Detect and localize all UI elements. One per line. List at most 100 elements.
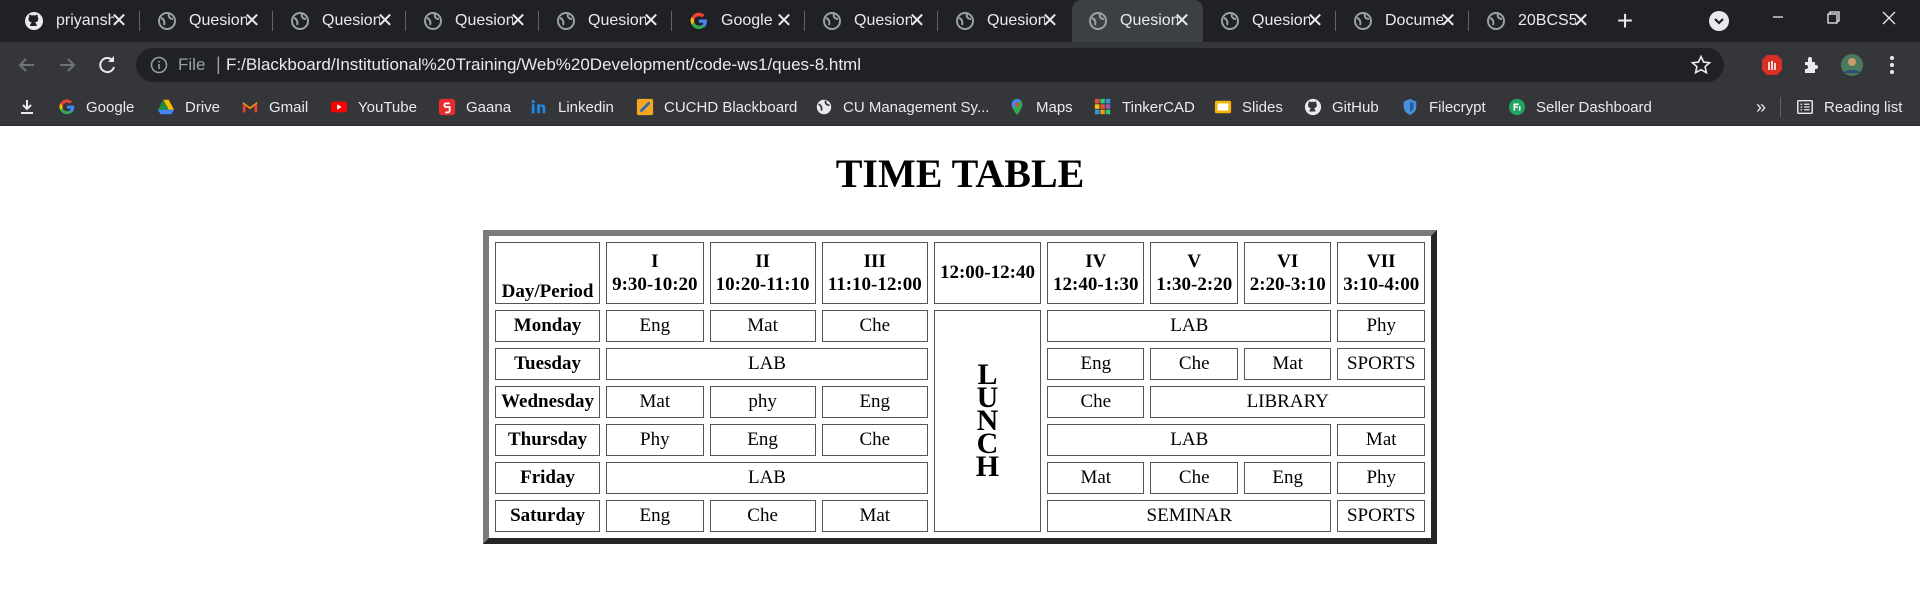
- table-cell: Che: [1150, 347, 1238, 380]
- bookmarks-divider: [1780, 88, 1781, 126]
- close-icon[interactable]: ✕: [108, 10, 130, 32]
- bookmark-google[interactable]: Google: [58, 88, 134, 126]
- table-cell-lab: LAB: [1047, 309, 1332, 342]
- back-icon[interactable]: [12, 50, 42, 80]
- globe-icon: [1354, 12, 1372, 30]
- globe-icon: [1487, 12, 1505, 30]
- tab-title: priyansh: [56, 12, 114, 29]
- menu-kebab-icon[interactable]: [1880, 53, 1904, 77]
- tab-11[interactable]: Docume ✕: [1337, 0, 1469, 42]
- day-label: Tuesday: [495, 347, 601, 380]
- tab-title: Quesion: [1120, 12, 1178, 29]
- header-period-3: III 11:10-12:00: [821, 242, 928, 304]
- bookmark-seller-dashboard[interactable]: Seller Dashboard: [1508, 88, 1652, 126]
- close-icon[interactable]: ✕: [1437, 10, 1459, 32]
- tab-5[interactable]: Quesion ✕: [540, 0, 672, 42]
- forward-icon[interactable]: [52, 50, 82, 80]
- table-cell-lab: LAB: [1047, 423, 1332, 456]
- tab-4[interactable]: Quesion ✕: [407, 0, 539, 42]
- seller-icon: [1508, 98, 1526, 116]
- table-cell: Che: [1047, 385, 1145, 418]
- avatar[interactable]: [1840, 53, 1864, 77]
- table-cell: Mat: [709, 309, 816, 342]
- day-label: Saturday: [495, 499, 601, 532]
- tab-12[interactable]: 20BCS5 ✕: [1470, 0, 1602, 42]
- reading-list-button[interactable]: Reading list: [1796, 88, 1902, 126]
- address-bar[interactable]: File | F:/Blackboard/Institutional%20Tra…: [136, 48, 1724, 82]
- close-icon[interactable]: ✕: [1304, 10, 1326, 32]
- close-icon[interactable]: ✕: [374, 10, 396, 32]
- scheme-separator: |: [216, 54, 221, 74]
- tab-9-active[interactable]: Quesion ✕: [1072, 0, 1203, 42]
- bookmark-linkedin[interactable]: Linkedin: [530, 88, 614, 126]
- bookmark-label: YouTube: [358, 98, 417, 116]
- bookmark-label: CU Management Sy...: [843, 98, 990, 116]
- tab-title: Quesion: [322, 12, 380, 29]
- period-time: 11:10-12:00: [827, 273, 922, 295]
- bookmark-cuchd-blackboard[interactable]: CUCHD Blackboard: [636, 88, 797, 126]
- tab-7[interactable]: Quesion ✕: [806, 0, 938, 42]
- close-icon[interactable]: ✕: [1171, 10, 1193, 32]
- extensions-puzzle-icon[interactable]: [1800, 53, 1824, 77]
- github-icon: [1304, 98, 1322, 116]
- bookmark-filecrypt[interactable]: Filecrypt: [1401, 88, 1486, 126]
- gmail-icon: [242, 102, 258, 113]
- minimize-icon[interactable]: [1755, 0, 1801, 42]
- day-label: Thursday: [495, 423, 601, 456]
- header-period-4: IV 12:40-1:30: [1047, 242, 1145, 304]
- close-icon[interactable]: ✕: [1570, 10, 1592, 32]
- bookmark-drive[interactable]: Drive: [157, 88, 220, 126]
- close-icon[interactable]: ✕: [1039, 10, 1061, 32]
- close-icon[interactable]: ✕: [507, 10, 529, 32]
- bookmark-gmail[interactable]: Gmail: [241, 88, 308, 126]
- tab-divider: [538, 11, 539, 31]
- close-icon[interactable]: ✕: [241, 10, 263, 32]
- bookmark-github[interactable]: GitHub: [1304, 88, 1379, 126]
- info-icon[interactable]: [150, 56, 168, 74]
- bookmark-maps[interactable]: Maps: [1008, 88, 1073, 126]
- bookmark-slides[interactable]: Slides: [1214, 88, 1283, 126]
- tab-title: Quesion: [854, 12, 912, 29]
- bookmark-youtube[interactable]: YouTube: [330, 88, 417, 126]
- lunch-letter: H: [975, 450, 1000, 484]
- github-icon: [25, 12, 43, 30]
- tab-10[interactable]: Quesion ✕: [1204, 0, 1336, 42]
- new-tab-button[interactable]: +: [1610, 6, 1640, 36]
- tab-divider: [405, 11, 406, 31]
- tab-divider: [671, 11, 672, 31]
- bookmarks-bar: Google Drive Gmail YouTube Gaana Linkedi…: [0, 88, 1920, 126]
- table-cell: Phy: [606, 423, 704, 456]
- tab-search-icon[interactable]: [1708, 10, 1730, 32]
- tab-3[interactable]: Quesion ✕: [274, 0, 406, 42]
- google-icon: [59, 99, 75, 115]
- bookmark-tinkercad[interactable]: TinkerCAD: [1094, 88, 1195, 126]
- table-cell: Mat: [1243, 347, 1332, 380]
- url-text[interactable]: F:/Blackboard/Institutional%20Training/W…: [226, 55, 861, 75]
- bookmark-gaana[interactable]: Gaana: [438, 88, 511, 126]
- bookmark-cu-management[interactable]: CU Management Sy...: [815, 88, 989, 126]
- tab-8[interactable]: Quesion ✕: [939, 0, 1071, 42]
- tinkercad-icon: [1094, 98, 1111, 115]
- tab-1[interactable]: priyansh ✕: [8, 0, 140, 42]
- close-window-icon[interactable]: [1866, 0, 1912, 42]
- close-icon[interactable]: ✕: [906, 10, 928, 32]
- tab-6[interactable]: Google ✕: [673, 0, 805, 42]
- bookmark-label: Maps: [1036, 98, 1073, 116]
- period-number: VII: [1366, 250, 1396, 272]
- reload-icon[interactable]: [92, 50, 122, 80]
- extension-stop-icon[interactable]: [1760, 53, 1784, 77]
- close-icon[interactable]: ✕: [640, 10, 662, 32]
- bookmarks-overflow-button[interactable]: »: [1756, 88, 1766, 126]
- close-icon[interactable]: ✕: [773, 10, 795, 32]
- table-cell: Che: [821, 423, 928, 456]
- bookmark-label: TinkerCAD: [1122, 98, 1195, 116]
- timetable: Day/Period I 9:30-10:20 II 10:20-11:10 III…: [483, 230, 1437, 544]
- download-icon[interactable]: [18, 98, 36, 116]
- table-cell-seminar: SEMINAR: [1047, 499, 1332, 532]
- period-number: I: [651, 250, 659, 272]
- bookmark-label: CUCHD Blackboard: [664, 98, 798, 116]
- restore-icon[interactable]: [1810, 0, 1856, 42]
- header-period-6: VI 2:20-3:10: [1243, 242, 1332, 304]
- bookmark-star-icon[interactable]: [1690, 54, 1712, 76]
- tab-2[interactable]: Quesion ✕: [141, 0, 273, 42]
